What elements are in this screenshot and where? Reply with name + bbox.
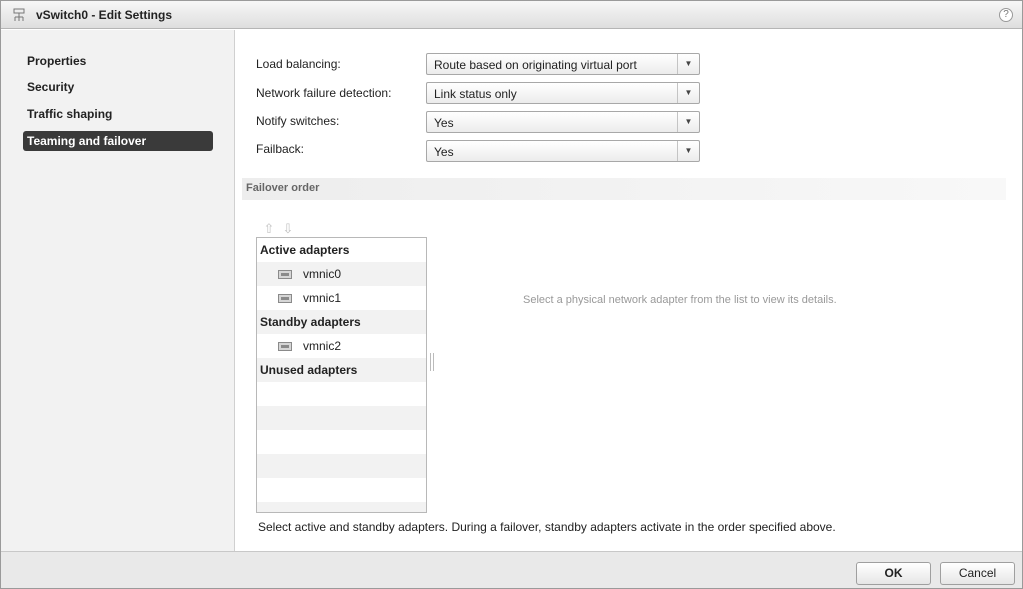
adapter-name: vmnic1 (303, 291, 342, 305)
load-balancing-select[interactable]: Route based on originating virtual port … (426, 53, 700, 75)
chevron-down-icon[interactable]: ▼ (677, 112, 699, 132)
failure-detection-value: Link status only (434, 87, 517, 101)
standby-adapters-label: Standby adapters (260, 315, 361, 329)
failback-value: Yes (434, 145, 454, 159)
list-item[interactable]: vmnic2 (257, 334, 426, 358)
move-down-icon[interactable]: ⇩ (281, 221, 295, 237)
failover-footnote: Select active and standby adapters. Duri… (258, 520, 836, 534)
list-item[interactable]: vmnic1 (257, 286, 426, 310)
load-balancing-label: Load balancing: (256, 57, 341, 71)
edit-settings-dialog: vSwitch0 - Edit Settings ? Properties Se… (0, 0, 1023, 589)
empty-row (257, 454, 426, 478)
adapter-list: Active adapters vmnic0 vmnic1 Standby ad… (256, 237, 427, 513)
list-item[interactable]: vmnic0 (257, 262, 426, 286)
unused-adapters-label: Unused adapters (260, 363, 358, 377)
network-adapter-icon (278, 294, 292, 303)
notify-switches-label: Notify switches: (256, 114, 340, 128)
adapter-name: vmnic0 (303, 267, 342, 281)
load-balancing-value: Route based on originating virtual port (434, 58, 637, 72)
resize-handle[interactable] (430, 353, 434, 371)
vswitch-icon (12, 8, 26, 22)
group-header-standby: Standby adapters (257, 310, 426, 334)
empty-row (257, 478, 426, 502)
adapter-name: vmnic2 (303, 339, 342, 353)
title-bar: vSwitch0 - Edit Settings ? (1, 1, 1022, 29)
adapter-details-hint: Select a physical network adapter from t… (523, 294, 837, 306)
failback-select[interactable]: Yes ▼ (426, 140, 700, 162)
failover-order-header: Failover order (242, 178, 1006, 200)
sidebar-item-teaming-and-failover[interactable]: Teaming and failover (23, 131, 213, 151)
empty-row (257, 406, 426, 430)
chevron-down-icon[interactable]: ▼ (677, 141, 699, 161)
notify-switches-value: Yes (434, 116, 454, 130)
sidebar-item-traffic-shaping[interactable]: Traffic shaping (23, 104, 213, 124)
chevron-down-icon[interactable]: ▼ (677, 83, 699, 103)
move-up-icon[interactable]: ⇧ (262, 221, 276, 237)
cancel-button[interactable]: Cancel (940, 562, 1015, 585)
failure-detection-select[interactable]: Link status only ▼ (426, 82, 700, 104)
dialog-title: vSwitch0 - Edit Settings (36, 7, 173, 22)
network-adapter-icon (278, 270, 292, 279)
dialog-footer: OK Cancel (1, 551, 1022, 588)
chevron-down-icon[interactable]: ▼ (677, 54, 699, 74)
ok-button[interactable]: OK (856, 562, 931, 585)
sidebar-item-properties[interactable]: Properties (23, 51, 213, 71)
active-adapters-label: Active adapters (260, 243, 350, 257)
group-header-unused: Unused adapters (257, 358, 426, 382)
empty-row (257, 430, 426, 454)
group-header-active: Active adapters (257, 238, 426, 262)
failover-order-title: Failover order (246, 182, 320, 194)
failback-label: Failback: (256, 142, 305, 156)
failure-detection-label: Network failure detection: (256, 86, 392, 100)
empty-row (257, 382, 426, 406)
notify-switches-select[interactable]: Yes ▼ (426, 111, 700, 133)
sidebar: Properties Security Traffic shaping Team… (1, 30, 235, 551)
empty-row (257, 502, 426, 512)
sidebar-item-security[interactable]: Security (23, 77, 213, 97)
help-icon[interactable]: ? (999, 8, 1013, 22)
settings-panel: Load balancing: Route based on originati… (236, 30, 1022, 551)
network-adapter-icon (278, 342, 292, 351)
